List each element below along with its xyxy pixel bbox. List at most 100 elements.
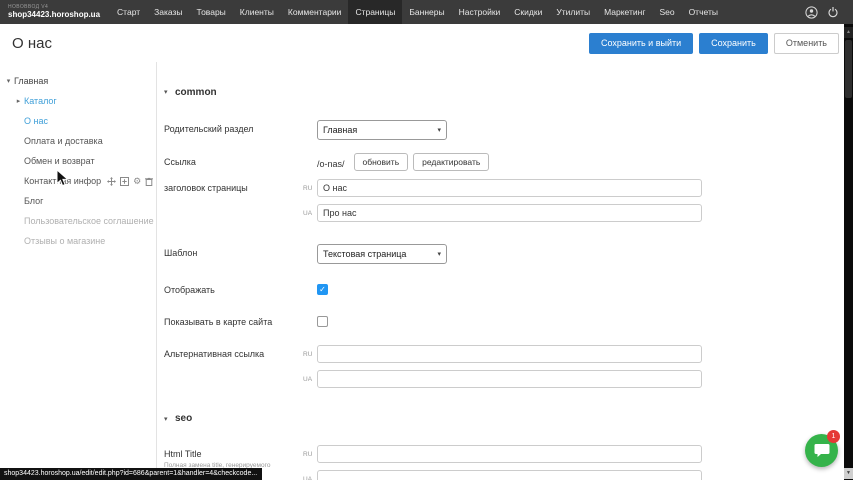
menu-item-settings[interactable]: Настройки xyxy=(452,0,508,24)
field-label: Html Title Полная замена title, генериру… xyxy=(164,445,303,471)
lang-tag-spacer xyxy=(303,162,317,163)
sidebar-item-blog[interactable]: Блог xyxy=(0,191,156,211)
user-account-icon[interactable] xyxy=(805,6,818,19)
menu-item-orders[interactable]: Заказы xyxy=(147,0,189,24)
sitemap-checkbox[interactable]: ✓ xyxy=(317,316,328,327)
edit-link-button[interactable]: редактировать xyxy=(413,153,489,171)
field-parent-section: Родительский раздел Главная ▾ xyxy=(164,120,853,140)
alt-link-ua-input[interactable] xyxy=(317,370,702,388)
lang-tag-ru: RU xyxy=(303,350,317,358)
app-window: НОВОВВОД V4 shop34423.horoshop.ua Старт … xyxy=(0,0,853,480)
field-label: Шаблон xyxy=(164,244,303,259)
cancel-button[interactable]: Отменить xyxy=(774,33,839,54)
tree-item-label: Обмен и возврат xyxy=(24,156,95,166)
menu-item-pages[interactable]: Страницы xyxy=(348,0,402,24)
lang-tag-ru: RU xyxy=(303,184,317,192)
field-label-text: Html Title xyxy=(164,449,303,460)
lang-tag-ru: RU xyxy=(303,450,317,458)
field-html-title: Html Title Полная замена title, генериру… xyxy=(164,445,853,480)
lang-tag-spacer xyxy=(303,254,317,255)
sidebar-item-catalog[interactable]: ▸ Каталог xyxy=(0,91,156,111)
tree-item-actions: ⚙ xyxy=(107,177,153,186)
menu-item-products[interactable]: Товары xyxy=(190,0,233,24)
brand[interactable]: НОВОВВОД V4 shop34423.horoshop.ua xyxy=(0,5,110,19)
tree-item-label: О нас xyxy=(24,116,48,126)
page-title-ua-input[interactable] xyxy=(317,204,702,222)
field-label: Родительский раздел xyxy=(164,120,303,135)
brand-domain: shop34423.horoshop.ua xyxy=(8,11,100,19)
sidebar-item-exchange-return[interactable]: Обмен и возврат xyxy=(0,151,156,171)
scroll-up-arrow-icon[interactable]: ▲ xyxy=(844,27,853,38)
scroll-down-arrow-icon[interactable]: ▼ xyxy=(844,468,853,479)
menu-item-marketing[interactable]: Маркетинг xyxy=(597,0,652,24)
sidebar-item-about[interactable]: О нас xyxy=(0,111,156,131)
gear-icon[interactable]: ⚙ xyxy=(133,177,141,186)
sidebar-item-user-agreement[interactable]: Пользовательское соглашение xyxy=(0,211,156,231)
tree-item-label: Контактная инфор xyxy=(24,176,101,186)
sidebar-item-payment-delivery[interactable]: Оплата и доставка xyxy=(0,131,156,151)
tree-item-label: Главная xyxy=(14,76,48,86)
trash-icon[interactable] xyxy=(145,177,153,186)
top-menu: Старт Заказы Товары Клиенты Комментарии … xyxy=(110,0,725,24)
section-header-common[interactable]: ▾ common xyxy=(164,86,853,98)
menu-item-discounts[interactable]: Скидки xyxy=(507,0,549,24)
select-value: Текстовая страница xyxy=(323,249,406,259)
field-template: Шаблон Текстовая страница ▾ xyxy=(164,244,853,264)
menu-item-clients[interactable]: Клиенты xyxy=(233,0,281,24)
page-edit-form: ▾ common Родительский раздел Главная ▾ xyxy=(157,62,853,480)
menu-item-seo[interactable]: Seo xyxy=(652,0,681,24)
lang-tag-ua: UA xyxy=(303,375,317,383)
menu-item-banners[interactable]: Баннеры xyxy=(402,0,451,24)
link-value: /o-nas/ xyxy=(317,155,345,169)
chevron-down-icon: ▾ xyxy=(3,77,14,85)
refresh-link-button[interactable]: обновить xyxy=(354,153,409,171)
menu-item-comments[interactable]: Комментарии xyxy=(281,0,349,24)
alt-link-ru-input[interactable] xyxy=(317,345,702,363)
sidebar-item-contact-info[interactable]: Контактная инфор ⚙ xyxy=(0,171,156,191)
chevron-down-icon: ▾ xyxy=(164,415,175,423)
field-alt-link: Альтернативная ссылка RU UA xyxy=(164,345,853,388)
field-label: заголовок страницы xyxy=(164,179,303,194)
menu-item-utilities[interactable]: Утилиты xyxy=(549,0,597,24)
link-preview-statusbar: shop34423.horoshop.ua/edit/edit.php?id=6… xyxy=(0,468,262,480)
field-display: Отображать ✓ xyxy=(164,281,853,296)
chevron-down-icon: ▾ xyxy=(164,88,175,96)
select-value: Главная xyxy=(323,125,357,135)
tree-item-label: Блог xyxy=(24,196,43,206)
page-title: О нас xyxy=(0,35,52,52)
page-title-ru-input[interactable] xyxy=(317,179,702,197)
page-scrollbar[interactable]: ▲ ▼ xyxy=(844,24,853,480)
checkmark-icon: ✓ xyxy=(319,286,326,294)
field-label: Альтернативная ссылка xyxy=(164,345,303,360)
tree-item-label: Оплата и доставка xyxy=(24,136,103,146)
field-link: Ссылка /o-nas/ обновить редактировать xyxy=(164,153,853,171)
save-and-exit-button[interactable]: Сохранить и выйти xyxy=(589,33,693,54)
lang-tag-spacer xyxy=(303,130,317,131)
menu-item-start[interactable]: Старт xyxy=(110,0,147,24)
parent-section-select[interactable]: Главная ▾ xyxy=(317,120,447,140)
add-subpage-icon[interactable] xyxy=(120,177,129,186)
scrollbar-thumb[interactable] xyxy=(845,40,852,98)
chat-widget-button[interactable]: 1 xyxy=(805,434,838,467)
display-checkbox[interactable]: ✓ xyxy=(317,284,328,295)
save-button[interactable]: Сохранить xyxy=(699,33,768,54)
chat-unread-badge: 1 xyxy=(827,430,840,443)
sidebar-item-store-reviews[interactable]: Отзывы о магазине xyxy=(0,231,156,251)
html-title-ru-input[interactable] xyxy=(317,445,702,463)
page-header: О нас Сохранить и выйти Сохранить Отмени… xyxy=(0,24,853,62)
menu-item-reports[interactable]: Отчеты xyxy=(682,0,725,24)
lang-tag-ua: UA xyxy=(303,475,317,480)
tree-item-label: Каталог xyxy=(24,96,57,106)
lang-tag-spacer xyxy=(303,320,317,321)
section-header-seo[interactable]: ▾ seo xyxy=(164,413,853,425)
field-label: Отображать xyxy=(164,281,303,296)
html-title-ua-input[interactable] xyxy=(317,470,702,480)
section-title: seo xyxy=(175,413,192,424)
sidebar-item-home[interactable]: ▾ Главная xyxy=(0,71,156,91)
template-select[interactable]: Текстовая страница ▾ xyxy=(317,244,447,264)
logout-icon[interactable] xyxy=(827,6,839,18)
lang-tag-ua: UA xyxy=(303,209,317,217)
lang-tag-spacer xyxy=(303,288,317,289)
move-icon[interactable] xyxy=(107,177,116,186)
field-sitemap: Показывать в карте сайта ✓ xyxy=(164,313,853,328)
